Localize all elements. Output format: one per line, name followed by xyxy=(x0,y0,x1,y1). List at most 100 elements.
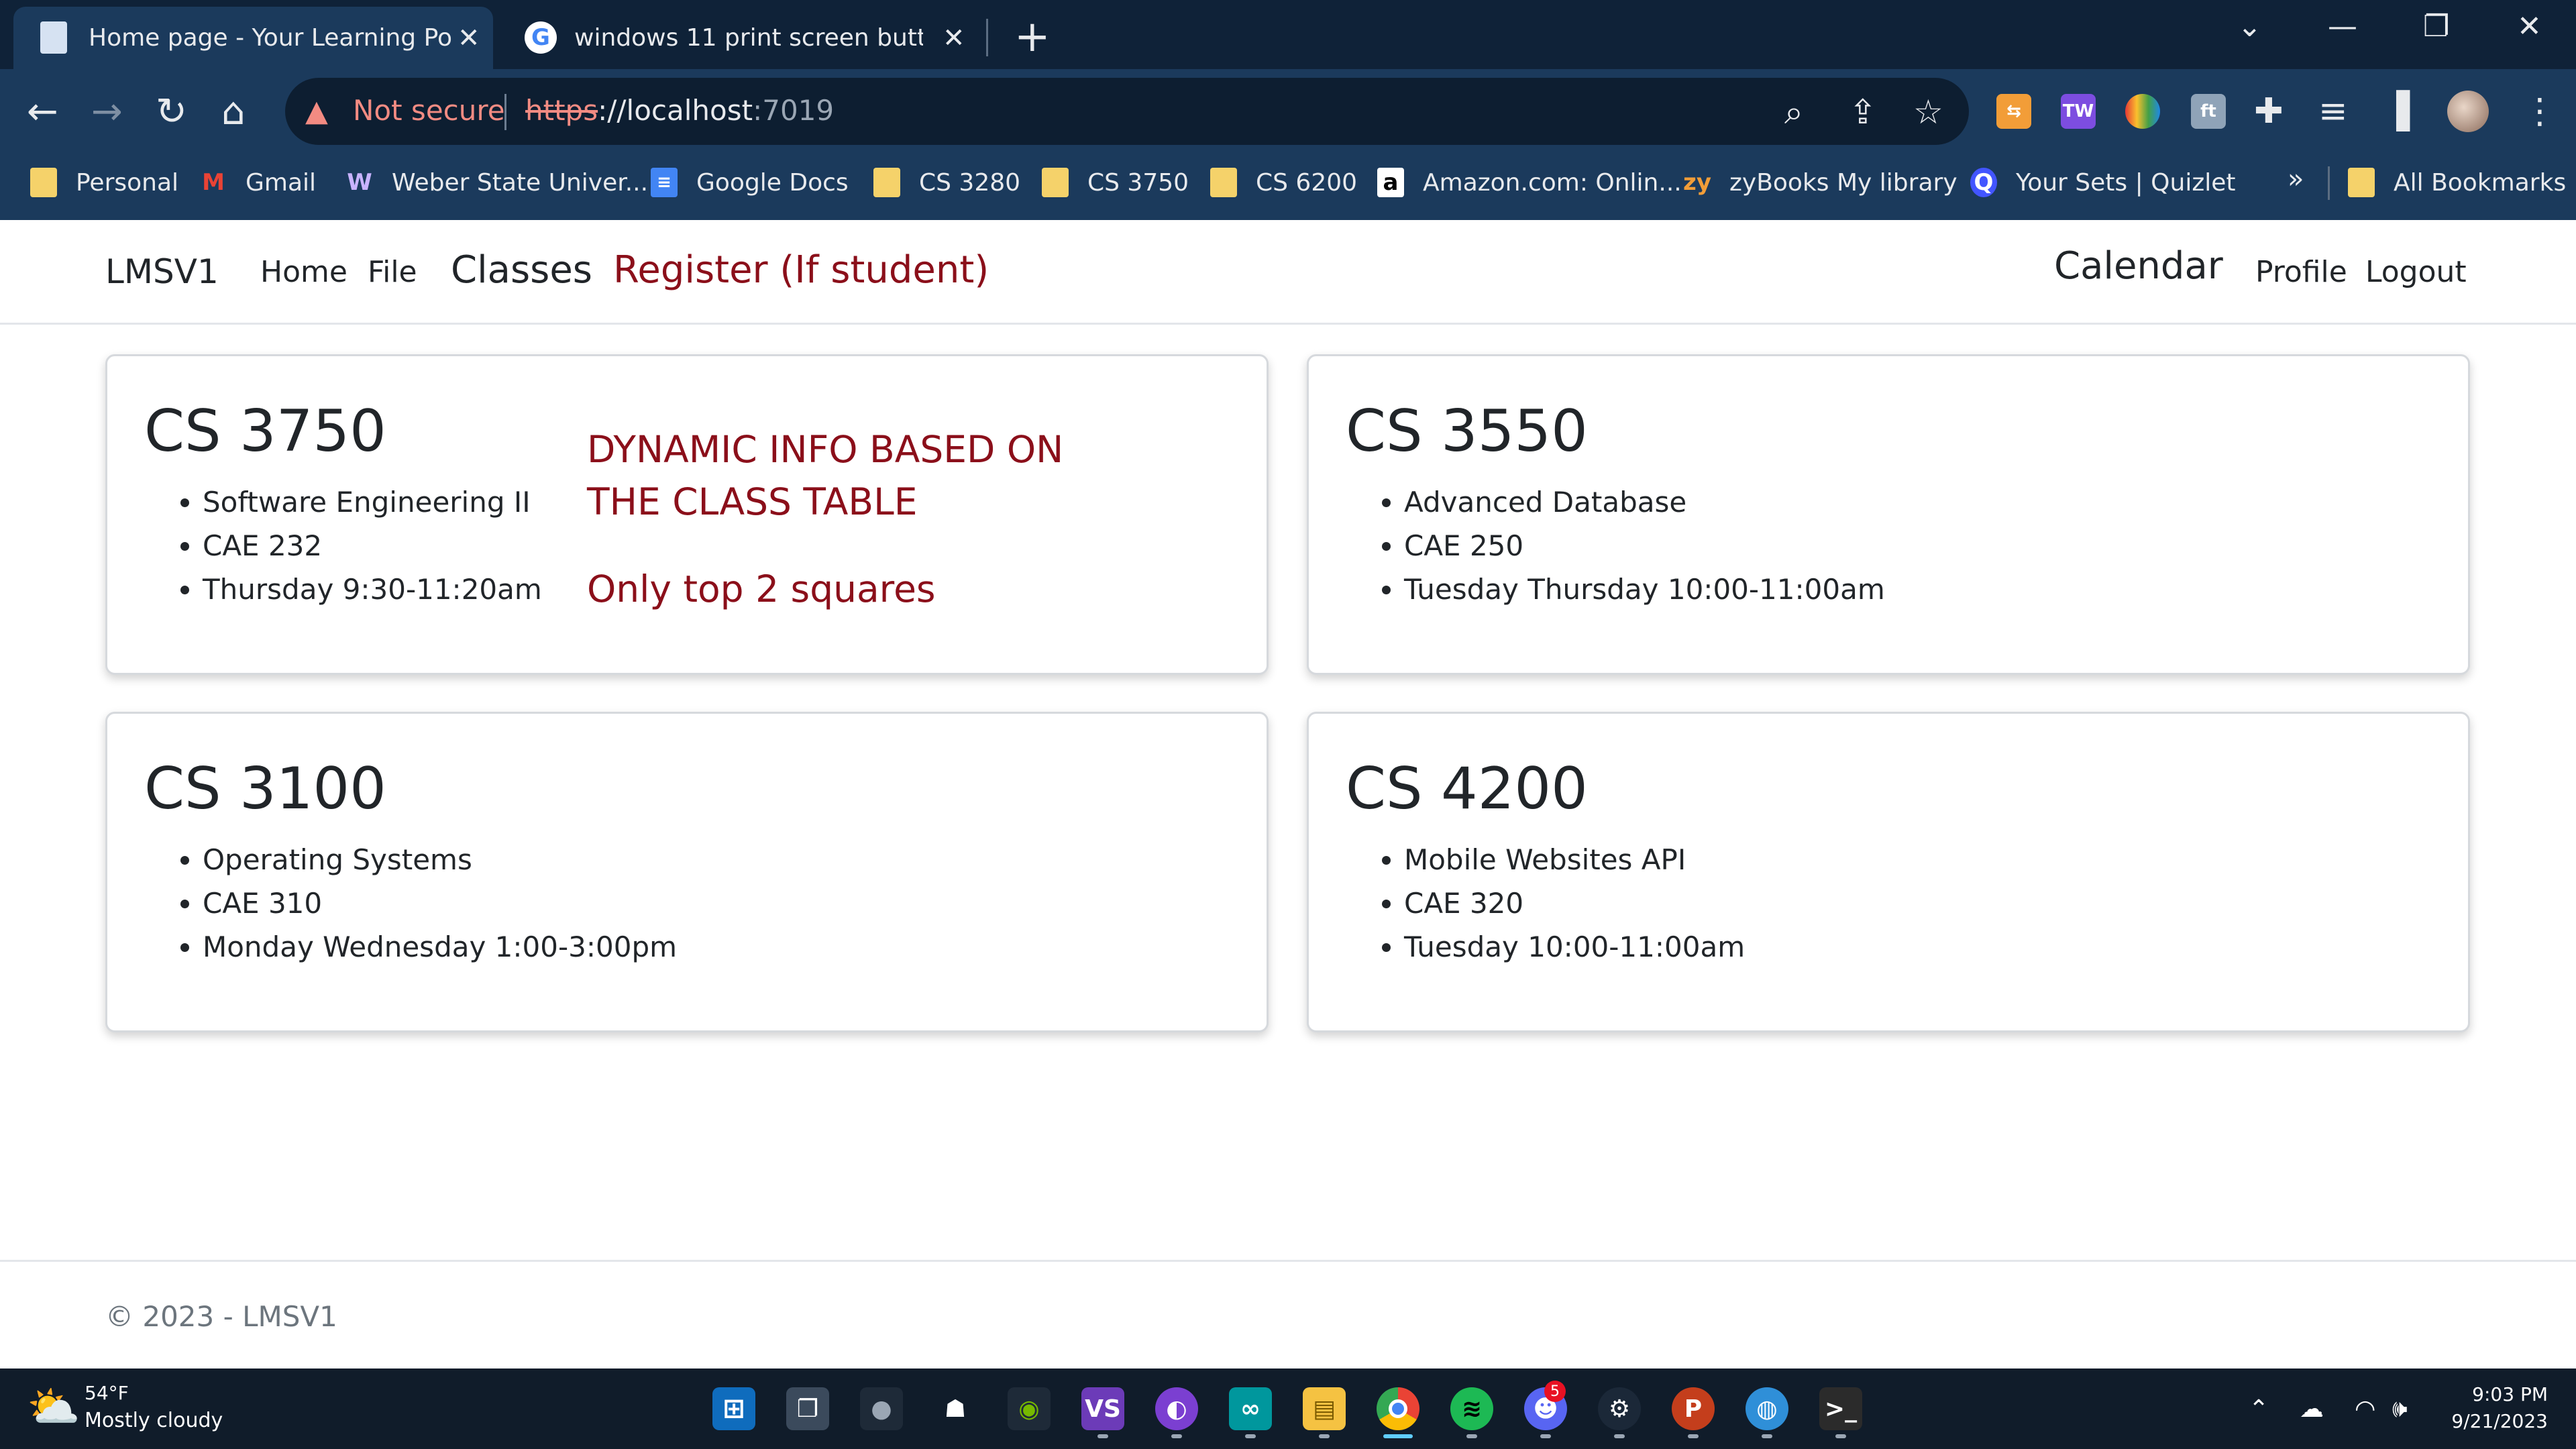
bookmark-personal[interactable]: Personal xyxy=(30,162,178,203)
nav-logout[interactable]: Logout xyxy=(2365,255,2467,289)
share-icon[interactable]: ⇪ xyxy=(1849,93,1877,131)
file-explorer-icon[interactable]: ▤ xyxy=(1303,1387,1346,1430)
nav-calendar[interactable]: Calendar xyxy=(2054,244,2223,288)
bookmark-gmail[interactable]: M Gmail xyxy=(200,162,316,203)
extension-1-icon[interactable]: ⇆ xyxy=(1996,94,2031,129)
running-indicator xyxy=(1171,1434,1182,1438)
show-hidden-icons-icon[interactable]: ⌃ xyxy=(2249,1395,2269,1423)
home-icon[interactable]: ⌂ xyxy=(221,90,246,133)
extension-2-icon[interactable]: TW xyxy=(2061,94,2096,129)
menu-kebab-icon[interactable]: ⋮ xyxy=(2522,91,2557,131)
bookmark-star-icon[interactable]: ☆ xyxy=(1913,93,1943,131)
folder-icon xyxy=(1210,168,1237,197)
wifi-icon[interactable]: ◠ xyxy=(2355,1395,2375,1423)
bookmark-quizlet[interactable]: Q Your Sets | Quizlet xyxy=(1970,162,2236,203)
class-code: CS 3100 xyxy=(144,755,386,822)
new-tab-button[interactable]: + xyxy=(1014,12,1051,62)
chrome-icon[interactable] xyxy=(1377,1387,1419,1430)
nav-classes[interactable]: Classes xyxy=(451,248,592,292)
alien-app-icon[interactable]: ☗ xyxy=(934,1387,977,1430)
amazon-icon: a xyxy=(1377,168,1404,197)
running-indicator xyxy=(1614,1434,1625,1438)
bookmark-label: zyBooks My library xyxy=(1729,168,1957,197)
url-text[interactable]: https://localhost:7019 xyxy=(525,94,834,127)
start-icon[interactable]: ⊞ xyxy=(712,1387,755,1430)
extension-4-icon[interactable]: ft xyxy=(2191,94,2226,129)
nav-file[interactable]: File xyxy=(368,255,417,289)
alienware-icon[interactable]: ● xyxy=(860,1387,903,1430)
bookmark-google-docs[interactable]: ≡ Google Docs xyxy=(651,162,849,203)
tab-search-dropdown-icon[interactable]: ⌄ xyxy=(2237,9,2262,44)
security-label[interactable]: Not secure xyxy=(353,94,505,127)
minimize-icon[interactable]: — xyxy=(2328,9,2357,44)
arduino-icon[interactable]: ∞ xyxy=(1229,1387,1272,1430)
extensions-puzzle-icon[interactable]: ✚ xyxy=(2254,91,2284,131)
nav-register[interactable]: Register (If student) xyxy=(613,248,989,292)
spotify-icon[interactable]: ≋ xyxy=(1450,1387,1493,1430)
bookmark-zybooks[interactable]: zy zyBooks My library xyxy=(1683,162,1957,203)
close-icon[interactable]: ✕ xyxy=(943,23,965,54)
extension-3-icon[interactable] xyxy=(2125,94,2160,129)
bookmark-cs6200[interactable]: CS 6200 xyxy=(1210,162,1357,203)
bookmark-label: CS 3750 xyxy=(1087,168,1189,197)
clock-time[interactable]: 9:03 PM xyxy=(2461,1383,2548,1405)
visual-studio-icon[interactable]: VS xyxy=(1081,1387,1124,1430)
onedrive-icon[interactable]: ☁ xyxy=(2300,1395,2324,1423)
back-icon[interactable]: ← xyxy=(27,90,58,133)
class-card[interactable]: CS 3750 Software Engineering II CAE 232 … xyxy=(105,354,1269,675)
clock-date[interactable]: 9/21/2023 xyxy=(2447,1410,2548,1432)
weather-temperature[interactable]: 54°F xyxy=(85,1382,129,1404)
weather-cloud-icon[interactable]: ⛅ xyxy=(27,1382,80,1432)
class-schedule: Thursday 9:30-11:20am xyxy=(203,568,542,611)
active-indicator xyxy=(1383,1434,1413,1438)
bookmark-cs3280[interactable]: CS 3280 xyxy=(873,162,1020,203)
bookmark-cs3750[interactable]: CS 3750 xyxy=(1042,162,1189,203)
class-room: CAE 310 xyxy=(203,881,677,925)
tab-home-page[interactable]: Home page - Your Learning Porta ✕ xyxy=(13,7,493,69)
site-brand[interactable]: LMSV1 xyxy=(105,252,219,291)
warning-icon[interactable]: ▲ xyxy=(305,94,328,128)
class-card[interactable]: CS 4200 Mobile Websites API CAE 320 Tues… xyxy=(1307,712,2470,1032)
nav-home[interactable]: Home xyxy=(260,255,347,289)
zybooks-icon: zy xyxy=(1683,169,1711,196)
close-icon[interactable]: ✕ xyxy=(458,23,480,54)
task-view-icon[interactable]: ❐ xyxy=(786,1387,829,1430)
site-navbar: LMSV1 Home File Classes Register (If stu… xyxy=(0,220,2576,325)
nav-profile[interactable]: Profile xyxy=(2255,255,2347,289)
bookmarks-overflow-icon[interactable]: » xyxy=(2288,164,2304,195)
tab-separator xyxy=(986,19,988,56)
media-control-icon[interactable]: ≡ xyxy=(2318,91,2348,131)
volume-icon[interactable]: 🕪 xyxy=(2392,1395,2408,1424)
bookmark-weber-state[interactable]: W Weber State Univer... xyxy=(346,162,648,203)
close-window-icon[interactable]: ✕ xyxy=(2517,9,2542,44)
bookmark-all-bookmarks[interactable]: All Bookmarks xyxy=(2348,162,2566,203)
powerpoint-icon[interactable]: P xyxy=(1672,1387,1715,1430)
document-icon xyxy=(40,21,67,54)
tab-search[interactable]: G windows 11 print screen button n ✕ xyxy=(510,7,979,69)
profile-avatar[interactable] xyxy=(2447,91,2489,132)
url-scheme: https xyxy=(525,94,598,127)
weather-description[interactable]: Mostly cloudy xyxy=(85,1409,223,1432)
class-details: Mobile Websites API CAE 320 Tuesday 10:0… xyxy=(1404,838,1745,969)
zoom-icon[interactable]: ⌕ xyxy=(1784,93,1803,132)
steam-icon[interactable]: ⚙ xyxy=(1598,1387,1641,1430)
folder-icon xyxy=(30,168,57,197)
class-details: Operating Systems CAE 310 Monday Wednesd… xyxy=(203,838,677,969)
class-room: CAE 320 xyxy=(1404,881,1745,925)
github-desktop-icon[interactable]: ◐ xyxy=(1155,1387,1198,1430)
nvidia-icon[interactable]: ◉ xyxy=(1008,1387,1051,1430)
forward-icon[interactable]: → xyxy=(91,90,123,133)
running-indicator xyxy=(1540,1434,1551,1438)
side-panel-icon[interactable]: ▐ xyxy=(2383,91,2410,131)
class-details: Advanced Database CAE 250 Tuesday Thursd… xyxy=(1404,480,1885,611)
bookmark-label: Your Sets | Quizlet xyxy=(2016,168,2236,197)
class-card[interactable]: CS 3550 Advanced Database CAE 250 Tuesda… xyxy=(1307,354,2470,675)
globe-app-icon[interactable]: ◍ xyxy=(1746,1387,1788,1430)
reload-icon[interactable]: ↻ xyxy=(156,90,187,133)
restore-icon[interactable]: ❐ xyxy=(2423,9,2449,44)
class-card[interactable]: CS 3100 Operating Systems CAE 310 Monday… xyxy=(105,712,1269,1032)
notification-badge: 5 xyxy=(1544,1381,1566,1402)
bookmark-amazon[interactable]: a Amazon.com: Onlin... xyxy=(1377,162,1682,203)
terminal-icon[interactable]: >_ xyxy=(1819,1387,1862,1430)
running-indicator xyxy=(1097,1434,1108,1438)
